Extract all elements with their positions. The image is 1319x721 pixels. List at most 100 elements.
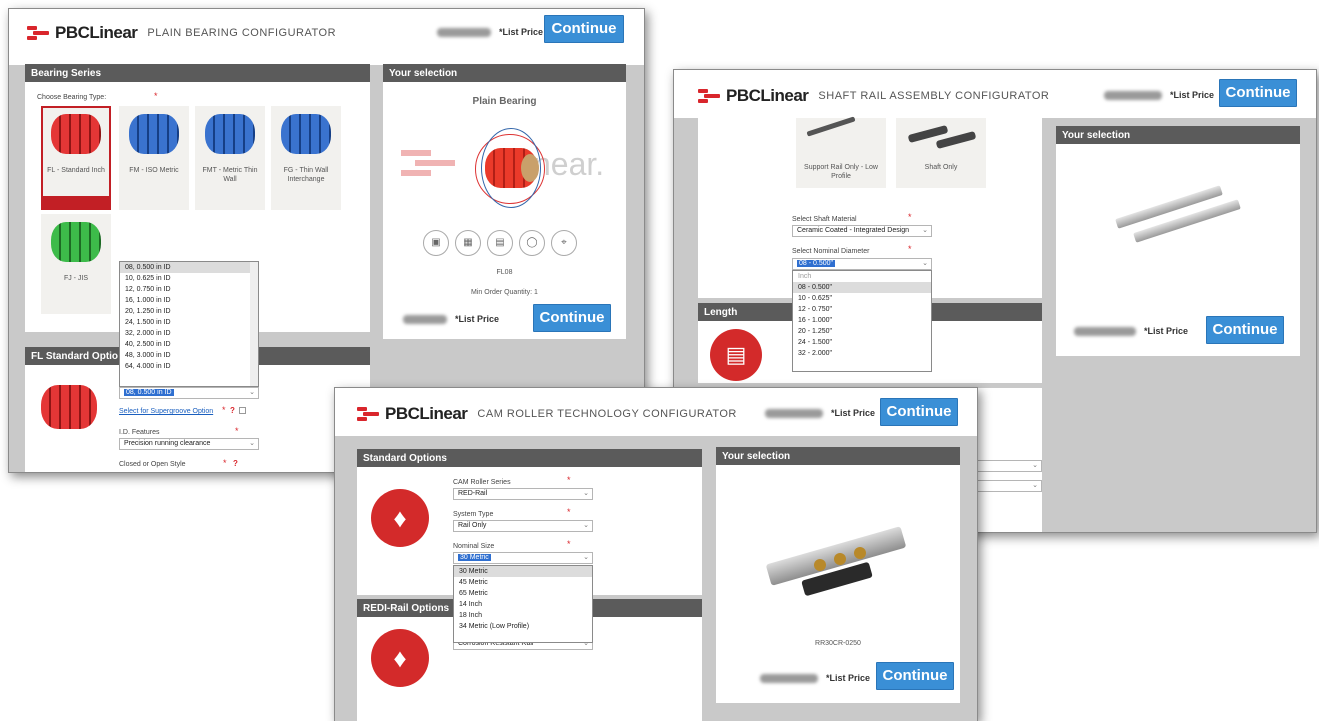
configurator-title: CAM ROLLER TECHNOLOGY CONFIGURATOR [477, 408, 737, 420]
list-price-2: *List Price [1074, 326, 1188, 336]
continue-button-2[interactable]: Continue [876, 662, 954, 690]
size-option[interactable]: 18 Inch [454, 610, 592, 621]
continue-button[interactable]: Continue [1219, 79, 1297, 107]
standard-options-header: Standard Options [357, 449, 702, 467]
size-option[interactable]: 65 Metric [454, 588, 592, 599]
id-option[interactable]: 10, 0.625 in ID [120, 273, 258, 284]
brand-name: PBCLinear [55, 23, 138, 42]
diameter-option[interactable]: 10 - 0.625" [793, 293, 931, 304]
continue-button-2[interactable]: Continue [533, 304, 611, 332]
diameter-dropdown-list[interactable]: Inch 08 - 0.500" 10 - 0.625" 12 - 0.750"… [792, 270, 932, 372]
cam-series-select[interactable]: RED-Rail ⌄ [453, 488, 593, 500]
shaft-only-tile[interactable]: Shaft Only [896, 118, 986, 188]
lower-select-1[interactable]: ⌄ [976, 460, 1042, 472]
id-option[interactable]: 32, 2.000 in ID [120, 328, 258, 339]
id-select[interactable]: 08, 0.500 in ID ⌄ [119, 387, 259, 399]
cube-front-icon[interactable]: ▦ [455, 230, 481, 256]
logo-mark-icon [698, 89, 724, 103]
shaft-material-label: Select Shaft Material [792, 216, 857, 223]
id-option[interactable]: 12, 0.750 in ID [120, 284, 258, 295]
bearing-tile-fm[interactable]: FM - ISO Metric [119, 106, 189, 210]
id-option[interactable]: 20, 1.250 in ID [120, 306, 258, 317]
dropdown-scrollbar[interactable] [250, 262, 258, 386]
bearing-series-header: Bearing Series [25, 64, 370, 82]
brand-name: PBCLinear [385, 404, 468, 423]
tag-icon-2: ♦ [371, 629, 429, 687]
size-option[interactable]: 30 Metric [454, 566, 592, 577]
selection-panel: Plain Bearing near. ▣ ▦ ▤ ◯ ⌖ FL08 Min O… [383, 82, 626, 339]
id-dropdown-list[interactable]: 08, 0.500 in ID 10, 0.625 in ID 12, 0.75… [119, 261, 259, 387]
your-selection-header: Your selection [1056, 126, 1300, 144]
scroll-notch [535, 712, 567, 721]
pbc-logo: PBCLinear SHAFT RAIL ASSEMBLY CONFIGURAT… [698, 86, 1049, 106]
diameter-option[interactable]: 16 - 1.000" [793, 315, 931, 326]
system-type-label: System Type [453, 511, 494, 518]
your-selection-header: Your selection [383, 64, 626, 82]
selection-panel: *List Price Continue [1056, 144, 1300, 356]
bearing-tile-fg[interactable]: FG - Thin Wall Interchange [271, 106, 341, 210]
your-selection-header: Your selection [716, 447, 960, 465]
size-option[interactable]: 45 Metric [454, 577, 592, 588]
id-features-select[interactable]: Precision running clearance ⌄ [119, 438, 259, 450]
header: PBCLinear CAM ROLLER TECHNOLOGY CONFIGUR… [335, 388, 977, 436]
dimension-icon[interactable]: ⌖ [551, 230, 577, 256]
id-option[interactable]: 48, 3.000 in ID [120, 350, 258, 361]
lower-select-2[interactable]: ⌄ [976, 480, 1042, 492]
supergroove-link[interactable]: Select for Supergroove Option [119, 408, 213, 415]
brand-name: PBCLinear [726, 86, 809, 105]
cam-roller-image [765, 515, 907, 615]
id-option[interactable]: 24, 1.500 in ID [120, 317, 258, 328]
system-type-select[interactable]: Rail Only ⌄ [453, 520, 593, 532]
id-features-label: I.D. Features [119, 429, 160, 436]
size-dropdown-list[interactable]: 30 Metric 45 Metric 65 Metric 14 Inch 18… [453, 565, 593, 643]
choose-label: Choose Bearing Type: [37, 94, 107, 101]
selection-panel: RR30CR-0250 *List Price Continue [716, 465, 960, 703]
configurator-title: PLAIN BEARING CONFIGURATOR [147, 27, 337, 39]
bearing-tile-fj[interactable]: FJ - JIS [41, 214, 111, 314]
id-option[interactable]: 64, 4.000 in ID [120, 361, 258, 372]
pbc-logo: PBCLinear PLAIN BEARING CONFIGURATOR [27, 23, 336, 43]
support-rail-image [1114, 184, 1244, 243]
supergroove-checkbox[interactable] [239, 407, 246, 414]
size-option[interactable]: 14 Inch [454, 599, 592, 610]
diameter-option[interactable]: 32 - 2.000" [793, 348, 931, 359]
cam-roller-window: PBCLinear CAM ROLLER TECHNOLOGY CONFIGUR… [334, 387, 978, 721]
cube-wire-icon[interactable]: ▤ [487, 230, 513, 256]
bearing-tile-fmt[interactable]: FMT - Metric Thin Wall [195, 106, 265, 210]
support-rail-tile[interactable]: Support Rail Only - Low Profile [796, 116, 886, 188]
configurator-title: SHAFT RAIL ASSEMBLY CONFIGURATOR [818, 90, 1050, 102]
size-option[interactable]: 34 Metric (Low Profile) [454, 621, 592, 632]
list-price-2: *List Price [760, 673, 870, 683]
diameter-option[interactable]: 12 - 0.750" [793, 304, 931, 315]
nominal-diameter-select[interactable]: 08 - 0.500" ⌄ [792, 258, 932, 270]
id-option[interactable]: 16, 1.000 in ID [120, 295, 258, 306]
nominal-size-select[interactable]: 30 Metric ⌄ [453, 552, 593, 564]
diameter-option[interactable]: 24 - 1.500" [793, 337, 931, 348]
continue-button[interactable]: Continue [880, 398, 958, 426]
id-option[interactable]: 08, 0.500 in ID [120, 262, 258, 273]
continue-button-2[interactable]: Continue [1206, 316, 1284, 344]
continue-button[interactable]: Continue [544, 15, 624, 43]
diameter-option[interactable]: 08 - 0.500" [793, 282, 931, 293]
fl-bearing-image [41, 385, 97, 429]
list-price: *List Price [437, 27, 543, 37]
nominal-size-label: Nominal Size [453, 543, 495, 550]
product-title: Plain Bearing [472, 96, 537, 107]
id-option[interactable]: 40, 2.500 in ID [120, 339, 258, 350]
min-order-quantity: Min Order Quantity: 1 [471, 289, 538, 296]
list-price: *List Price [765, 408, 875, 418]
ruler-icon: ▤ [710, 329, 762, 381]
logo-mark-icon [27, 26, 53, 40]
diameter-group-label: Inch [798, 273, 812, 280]
cam-series-label: CAM Roller Series [453, 479, 511, 486]
header: PBCLinear PLAIN BEARING CONFIGURATOR *Li… [9, 9, 644, 75]
diameter-option[interactable]: 20 - 1.250" [793, 326, 931, 337]
lightbulb-icon[interactable]: ◯ [519, 230, 545, 256]
cube-solid-icon[interactable]: ▣ [423, 230, 449, 256]
shaft-material-select[interactable]: Ceramic Coated - Integrated Design ⌄ [792, 225, 932, 237]
part-code: FL08 [496, 269, 513, 276]
bearing-tile-fl[interactable]: FL - Standard Inch [41, 106, 111, 210]
list-price: *List Price [1104, 90, 1214, 100]
header: PBCLinear SHAFT RAIL ASSEMBLY CONFIGURAT… [674, 70, 1316, 118]
nominal-diameter-label: Select Nominal Diameter [792, 248, 870, 255]
